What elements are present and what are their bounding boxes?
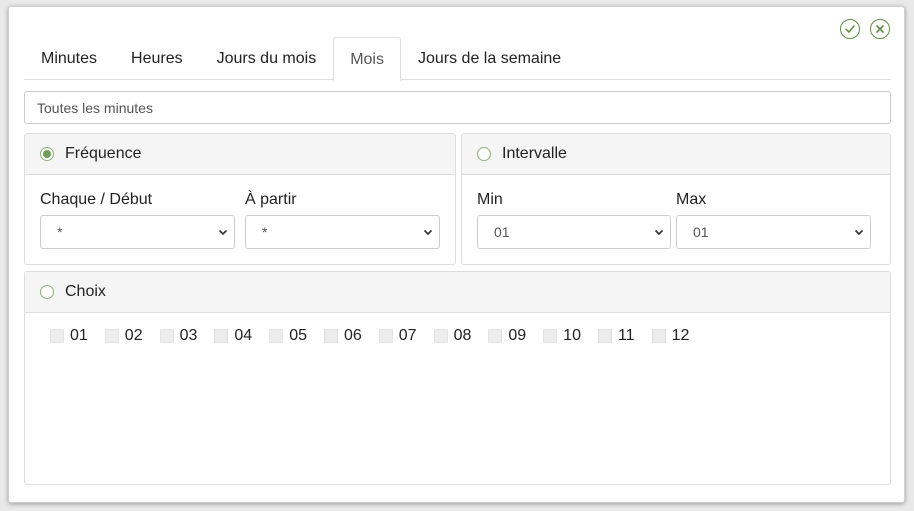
option-label: 09 <box>508 327 527 344</box>
from-select-value: * <box>262 224 268 240</box>
option-label: 07 <box>398 327 417 344</box>
choice-radio[interactable] <box>40 285 54 299</box>
month-option-04[interactable]: 04 <box>214 327 252 345</box>
tab-bar: Minutes Heures Jours du mois Mois Jours … <box>24 37 891 81</box>
frequency-title: Fréquence <box>65 145 142 162</box>
option-label: 05 <box>289 327 307 344</box>
option-label: 12 <box>671 327 690 344</box>
frequency-radio[interactable] <box>40 147 54 161</box>
frequency-header: Fréquence <box>25 134 455 175</box>
month-option-02[interactable]: 02 <box>104 327 143 345</box>
checkbox[interactable] <box>104 329 119 343</box>
choice-title: Choix <box>65 283 106 300</box>
month-option-11[interactable]: 11 <box>597 327 635 345</box>
tab-mois[interactable]: Mois <box>333 37 401 81</box>
check-icon <box>845 25 855 33</box>
tab-heures[interactable]: Heures <box>114 37 200 80</box>
month-option-07[interactable]: 07 <box>378 327 417 345</box>
checkbox[interactable] <box>323 329 338 343</box>
checkbox[interactable] <box>50 329 64 343</box>
option-label: 01 <box>70 327 88 344</box>
chevron-down-icon <box>854 229 864 236</box>
dialog-actions <box>840 19 890 39</box>
interval-title: Intervalle <box>502 145 567 162</box>
month-option-01[interactable]: 01 <box>50 327 88 345</box>
month-option-05[interactable]: 05 <box>269 327 307 345</box>
cron-dialog: Minutes Heures Jours du mois Mois Jours … <box>8 6 905 503</box>
option-label: 04 <box>234 327 253 344</box>
option-label: 11 <box>617 327 635 344</box>
max-select[interactable]: 01 <box>676 215 871 249</box>
option-label: 08 <box>453 327 472 344</box>
option-label: 03 <box>179 327 198 344</box>
option-label: 02 <box>124 327 143 344</box>
every-select[interactable]: * <box>40 215 235 249</box>
month-option-09[interactable]: 09 <box>488 327 526 345</box>
option-label: 10 <box>563 327 581 344</box>
chevron-down-icon <box>654 229 664 236</box>
interval-radio[interactable] <box>477 147 491 161</box>
tab-jours-de-la-semaine[interactable]: Jours de la semaine <box>401 37 578 80</box>
checkbox[interactable] <box>159 329 174 343</box>
min-select-value: 01 <box>494 224 510 240</box>
interval-header: Intervalle <box>462 134 890 175</box>
checkbox[interactable] <box>214 329 229 343</box>
option-label: 06 <box>343 327 362 344</box>
max-label: Max <box>676 191 707 208</box>
checkbox[interactable] <box>488 329 503 343</box>
chevron-down-icon <box>423 229 433 236</box>
checkbox[interactable] <box>269 329 284 343</box>
frequency-panel: Fréquence Chaque / Début * À partir * <box>24 133 456 265</box>
checkbox[interactable] <box>651 329 666 343</box>
confirm-button[interactable] <box>840 19 860 39</box>
from-label: À partir <box>245 191 297 208</box>
tab-jours-du-mois[interactable]: Jours du mois <box>200 37 334 80</box>
every-label: Chaque / Début <box>40 191 153 208</box>
month-option-06[interactable]: 06 <box>323 327 362 345</box>
checkbox[interactable] <box>543 329 558 343</box>
every-select-value: * <box>57 224 63 240</box>
month-option-03[interactable]: 03 <box>159 327 198 345</box>
chevron-down-icon <box>218 229 228 236</box>
from-select[interactable]: * <box>245 215 440 249</box>
checkbox[interactable] <box>378 329 393 343</box>
interval-panel: Intervalle Min 01 Max 01 <box>461 133 891 265</box>
close-button[interactable] <box>870 19 890 39</box>
month-option-10[interactable]: 10 <box>543 327 581 345</box>
max-select-value: 01 <box>693 224 709 240</box>
tab-minutes[interactable]: Minutes <box>24 37 114 80</box>
month-checkbox-list: 01 02 03 04 05 06 07 08 09 10 11 12 <box>50 327 706 345</box>
month-option-12[interactable]: 12 <box>651 327 690 345</box>
cron-summary-field[interactable]: Toutes les minutes <box>24 91 891 124</box>
checkbox[interactable] <box>433 329 448 343</box>
close-icon <box>876 25 884 33</box>
checkbox[interactable] <box>597 329 612 343</box>
min-select[interactable]: 01 <box>477 215 671 249</box>
month-option-08[interactable]: 08 <box>433 327 472 345</box>
choice-header: Choix <box>25 272 890 313</box>
choice-panel: Choix 01 02 03 04 05 06 07 08 09 10 11 1… <box>24 271 891 485</box>
min-label: Min <box>477 191 503 208</box>
